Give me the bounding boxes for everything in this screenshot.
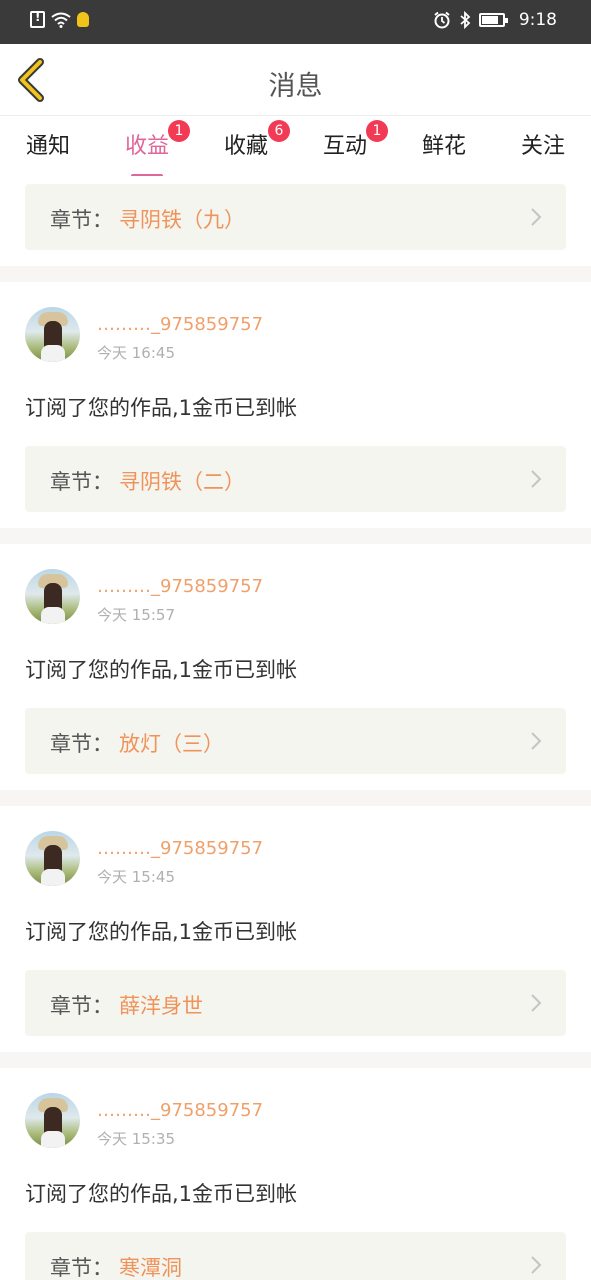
feed-card: ………_975859757 今天 16:45 订阅了您的作品,1金币已到帐 章节…	[0, 282, 591, 528]
message-text: 订阅了您的作品,1金币已到帐	[25, 1182, 298, 1206]
status-bar: 9:18	[0, 0, 591, 44]
chapter-link[interactable]: 章节： 薛洋身世	[25, 970, 566, 1036]
card-user-row: ………_975859757 今天 15:35	[25, 1068, 566, 1181]
timestamp: 今天 15:45	[97, 868, 175, 886]
feed-card: ………_975859757 今天 15:57 订阅了您的作品,1金币已到帐 章节…	[0, 544, 591, 790]
tab-following[interactable]: 关注	[503, 128, 583, 160]
chapter-link[interactable]: 章节： 寻阴铁（二）	[25, 446, 566, 512]
tab-label: 收益	[124, 134, 169, 159]
chapter-link[interactable]: 章节： 寻阴铁（九）	[25, 184, 566, 250]
alarm-icon	[434, 11, 450, 29]
page-title: 消息	[268, 71, 323, 102]
tab-interactions[interactable]: 互动 1	[305, 120, 388, 160]
divider	[0, 790, 591, 806]
message-text: 订阅了您的作品,1金币已到帐	[25, 396, 298, 420]
tab-favorites[interactable]: 收藏 6	[206, 120, 290, 160]
chevron-right-icon	[531, 1256, 542, 1274]
tab-label: 收藏	[223, 134, 268, 159]
battery-icon	[478, 13, 508, 27]
tab-label: 通知	[25, 134, 70, 159]
chapter-link[interactable]: 章节： 寒潭洞	[25, 1232, 566, 1280]
card-user-row: ………_975859757 今天 15:45	[25, 806, 566, 919]
chevron-right-icon	[531, 208, 542, 226]
chapter-label: 章节：	[50, 470, 113, 494]
tab-label: 关注	[520, 134, 565, 159]
tab-label: 互动	[322, 134, 367, 159]
avatar[interactable]	[25, 569, 80, 624]
feed-card: 章节： 寻阴铁（九）	[0, 176, 591, 266]
timestamp: 今天 16:45	[97, 344, 175, 362]
status-time: 9:18	[518, 10, 557, 30]
username[interactable]: ………_975859757	[97, 1100, 263, 1121]
tab-earnings[interactable]: 收益 1	[107, 120, 190, 178]
bluetooth-icon	[460, 11, 471, 29]
card-user-row: ………_975859757 今天 15:57	[25, 544, 566, 657]
earnings-feed: 章节： 寻阴铁（九） ………_975859757 今天 16:45 订阅了您的作…	[0, 176, 591, 1280]
chapter-link[interactable]: 章节： 放灯（三）	[25, 708, 566, 774]
chapter-label: 章节：	[50, 994, 113, 1018]
header: 消息	[0, 44, 591, 116]
chapter-name: 寻阴铁（二）	[119, 470, 245, 494]
avatar[interactable]	[25, 307, 80, 362]
tab-bar: 通知 收益 1 收藏 6 互动 1 鲜花 关注	[0, 116, 591, 178]
chevron-right-icon	[531, 732, 542, 750]
username[interactable]: ………_975859757	[97, 838, 263, 859]
status-left-icons	[30, 10, 89, 28]
wifi-icon	[51, 12, 71, 28]
chevron-right-icon	[531, 994, 542, 1012]
tab-badge: 6	[268, 120, 290, 142]
divider	[0, 1052, 591, 1068]
divider	[0, 266, 591, 282]
username[interactable]: ………_975859757	[97, 314, 263, 335]
card-user-row: ………_975859757 今天 16:45	[25, 282, 566, 395]
avatar[interactable]	[25, 831, 80, 886]
tab-badge: 1	[168, 120, 190, 142]
message-text: 订阅了您的作品,1金币已到帐	[25, 658, 298, 682]
timestamp: 今天 15:57	[97, 606, 175, 624]
tab-badge: 1	[366, 120, 388, 142]
chapter-name: 薛洋身世	[119, 994, 203, 1018]
chapter-name: 放灯（三）	[119, 732, 224, 756]
chapter-name: 寒潭洞	[119, 1256, 182, 1280]
chevron-right-icon	[531, 470, 542, 488]
feed-card: ………_975859757 今天 15:45 订阅了您的作品,1金币已到帐 章节…	[0, 806, 591, 1052]
avatar[interactable]	[25, 1093, 80, 1148]
chapter-label: 章节：	[50, 1256, 113, 1280]
lightbulb-icon	[77, 12, 89, 27]
timestamp: 今天 15:35	[97, 1130, 175, 1148]
divider	[0, 528, 591, 544]
chapter-label: 章节：	[50, 732, 113, 756]
status-right-icons: 9:18	[433, 10, 557, 30]
alert-icon	[30, 10, 45, 28]
tab-flowers[interactable]: 鲜花	[404, 128, 484, 160]
chapter-name: 寻阴铁（九）	[119, 208, 245, 232]
feed-card: ………_975859757 今天 15:35 订阅了您的作品,1金币已到帐 章节…	[0, 1068, 591, 1280]
tab-label: 鲜花	[421, 134, 466, 159]
message-text: 订阅了您的作品,1金币已到帐	[25, 920, 298, 944]
username[interactable]: ………_975859757	[97, 576, 263, 597]
chapter-label: 章节：	[50, 208, 113, 232]
tab-notifications[interactable]: 通知	[8, 128, 88, 160]
